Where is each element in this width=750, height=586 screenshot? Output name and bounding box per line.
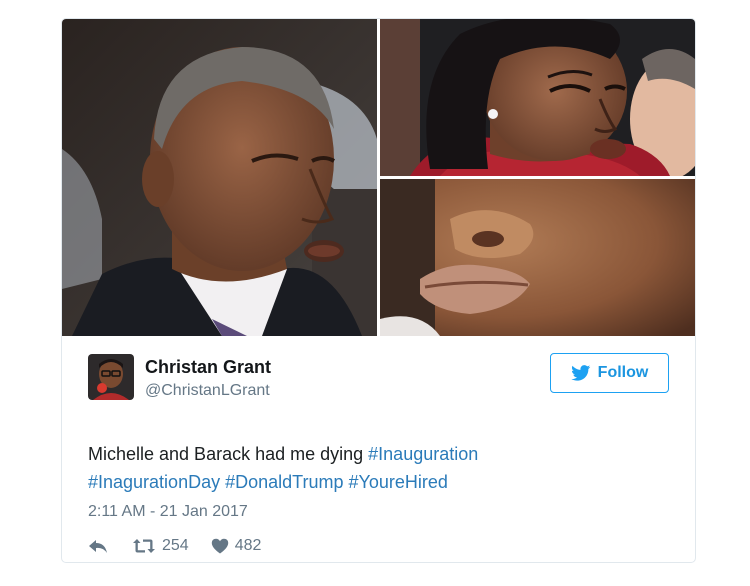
follow-button[interactable]: Follow xyxy=(550,353,669,393)
tweet-text: Michelle and Barack had me dying #Inaugu… xyxy=(88,440,648,496)
media-photo-man[interactable] xyxy=(62,19,377,336)
tweet-actions: 254 482 xyxy=(88,537,261,555)
hashtag-link[interactable]: #YoureHired xyxy=(349,472,448,492)
tweet-text-plain: Michelle and Barack had me dying xyxy=(88,444,369,464)
hashtag-link[interactable]: #InagurationDay xyxy=(88,472,220,492)
heart-icon xyxy=(211,538,228,554)
author-display-name[interactable]: Christan Grant xyxy=(145,357,271,378)
tweet-media-grid[interactable] xyxy=(62,19,695,336)
reply-button[interactable] xyxy=(88,538,108,554)
like-button[interactable]: 482 xyxy=(211,537,262,555)
hashtag-link[interactable]: #DonaldTrump xyxy=(225,472,343,492)
media-photo-woman[interactable] xyxy=(380,19,695,176)
follow-label: Follow xyxy=(597,364,649,381)
tweet-card: Christan Grant @ChristanLGrant Follow Mi… xyxy=(61,18,696,563)
retweet-button[interactable]: 254 xyxy=(132,537,189,555)
reply-icon xyxy=(89,540,107,553)
like-count: 482 xyxy=(234,537,262,554)
hashtag-link[interactable]: #Inauguration xyxy=(368,444,478,464)
author-handle[interactable]: @ChristanLGrant xyxy=(145,382,270,400)
twitter-bird-icon xyxy=(570,365,591,381)
author-avatar[interactable] xyxy=(88,354,134,400)
tweet-timestamp[interactable]: 2:11 AM - 21 Jan 2017 xyxy=(88,503,248,521)
media-photo-lips-closeup[interactable] xyxy=(380,179,695,336)
retweet-icon xyxy=(133,539,155,553)
tweet-body: Christan Grant @ChristanLGrant Follow Mi… xyxy=(62,336,695,562)
retweet-count: 254 xyxy=(162,537,189,554)
